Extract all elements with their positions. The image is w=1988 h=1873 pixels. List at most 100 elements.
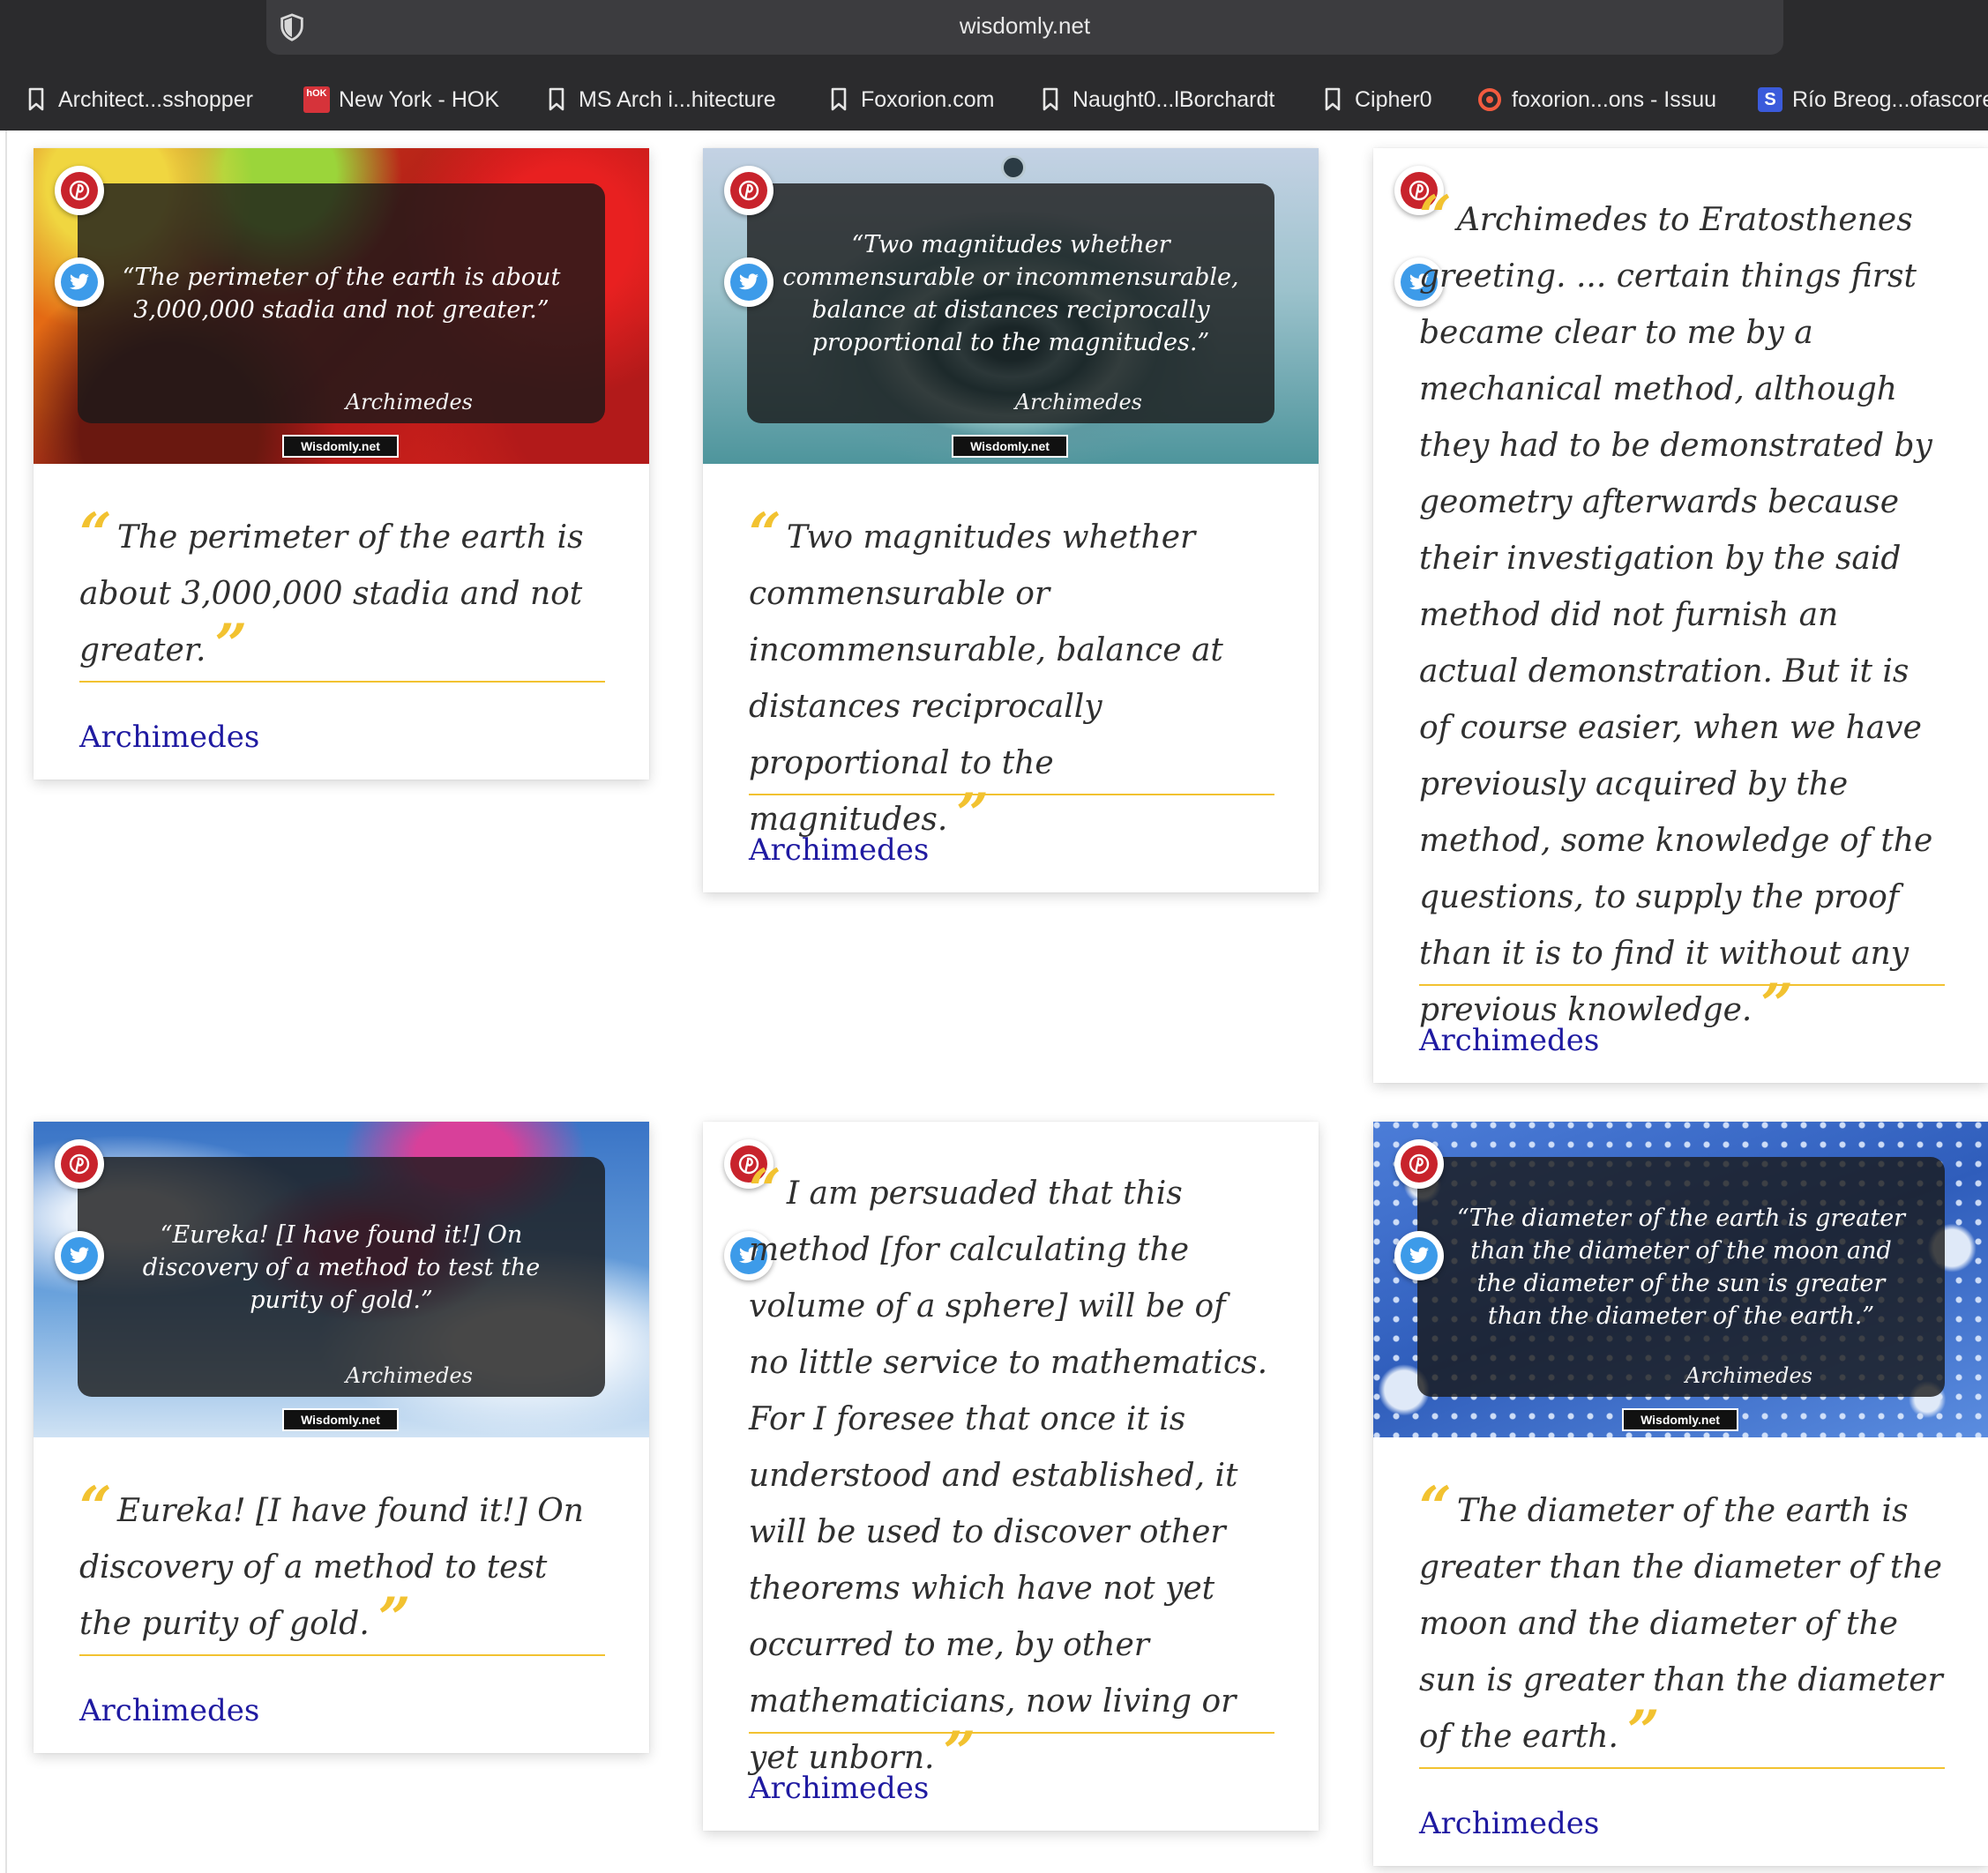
pinterest-icon [1401, 1145, 1438, 1183]
author-link[interactable]: Archimedes [749, 832, 929, 868]
pinterest-share-button[interactable] [1394, 1139, 1444, 1189]
wisdomly-watermark: Wisdomly.net [282, 435, 399, 458]
close-quote-icon: ” [1626, 1698, 1660, 1765]
wisdomly-watermark: Wisdomly.net [952, 435, 1068, 458]
quote-image: “Two magnitudes whether commensurable or… [703, 148, 1319, 464]
bookmark-icon [543, 86, 570, 114]
quote-card: “Two magnitudes whether commensurable or… [703, 148, 1319, 892]
bookmark-icon [1037, 86, 1064, 114]
open-quote-icon: “ [79, 1474, 112, 1541]
image-quote-text: “Eureka! [I have found it!] On discovery… [142, 1220, 541, 1314]
quote-image: “The diameter of the earth is greater th… [1373, 1122, 1988, 1437]
image-quote-overlay: “The diameter of the earth is greater th… [1417, 1157, 1945, 1397]
pinterest-share-button[interactable] [55, 166, 104, 215]
bookmark-foxorion[interactable]: Foxorion.com [826, 78, 994, 122]
image-quote-author: Archimedes [1685, 1363, 1812, 1388]
image-quote-author: Archimedes [1014, 390, 1142, 414]
close-quote-icon: ” [1760, 972, 1794, 1038]
quote-image: “Eureka! [I have found it!] On discovery… [34, 1122, 649, 1437]
water-droplet [1001, 155, 1026, 180]
bookmark-icon [1319, 86, 1346, 114]
quote-card: “Eureka! [I have found it!] On discovery… [34, 1122, 649, 1753]
open-quote-icon: “ [749, 1157, 781, 1223]
bookmark-icon [826, 86, 852, 114]
open-quote-icon: “ [749, 501, 781, 567]
twitter-share-button[interactable] [55, 1231, 104, 1280]
image-quote-author: Archimedes [345, 390, 473, 414]
quote-text: “The diameter of the earth is greater th… [1419, 1474, 1943, 1765]
bookmark-label: MS Arch i...hitecture [579, 86, 776, 112]
author-link[interactable]: Archimedes [79, 1693, 259, 1728]
sofascore-favicon: S [1757, 86, 1783, 114]
wisdomly-watermark: Wisdomly.net [282, 1408, 399, 1431]
url-text: wisdomly.net [959, 12, 1091, 39]
pinterest-icon [61, 172, 98, 209]
bookmark-label: Architect...sshopper [58, 86, 253, 112]
quote-divider [1419, 984, 1945, 986]
bookmark-label: foxorion...ons - Issuu [1512, 86, 1717, 112]
bookmark-naught0[interactable]: Naught0...lBorchardt [1037, 78, 1274, 122]
twitter-icon [730, 264, 767, 301]
bookmark-label: Foxorion.com [861, 86, 995, 112]
quote-divider [749, 1732, 1274, 1734]
image-quote-author: Archimedes [345, 1363, 473, 1388]
close-quote-icon: ” [214, 612, 248, 678]
author-link[interactable]: Archimedes [1419, 1806, 1599, 1841]
pinterest-share-button[interactable] [55, 1139, 104, 1189]
image-quote-text: “Two magnitudes whether commensurable or… [782, 231, 1239, 356]
twitter-share-button[interactable] [1394, 1231, 1444, 1280]
bookmark-label: Cipher0 [1355, 86, 1432, 112]
bookmark-architect-sshopper[interactable]: Architect...sshopper [23, 78, 253, 122]
open-quote-icon: “ [1419, 183, 1452, 250]
twitter-share-button[interactable] [724, 257, 774, 307]
quote-card: “I am persuaded that this method [for ca… [703, 1122, 1319, 1831]
twitter-share-button[interactable] [55, 257, 104, 307]
image-quote-overlay: “Two magnitudes whether commensurable or… [747, 183, 1274, 423]
shield-icon[interactable] [277, 12, 307, 42]
quote-card: “Archimedes to Eratosthenes greeting. ..… [1373, 148, 1988, 1083]
quote-divider [79, 1654, 605, 1656]
bookmark-label: Naught0...lBorchardt [1072, 86, 1275, 112]
bookmark-label: Río Breog...ofascore [1792, 86, 1988, 112]
bookmark-ms-arch[interactable]: MS Arch i...hitecture [543, 78, 776, 122]
quote-text: “Two magnitudes whether commensurable or… [749, 501, 1223, 847]
bookmark-foxorion-issuu[interactable]: foxorion...ons - Issuu [1476, 78, 1716, 122]
browser-chrome: wisdomly.net Architect...sshopper hOK Ne… [0, 0, 1988, 131]
quote-divider [749, 794, 1274, 795]
bookmark-rio-breogan[interactable]: S Río Breog...ofascore [1757, 78, 1988, 122]
twitter-icon [61, 1237, 98, 1274]
author-link[interactable]: Archimedes [79, 720, 259, 755]
hok-favicon: hOK [303, 86, 330, 114]
close-quote-icon: ” [377, 1586, 411, 1652]
twitter-icon [61, 264, 98, 301]
bookmarks-bar: Architect...sshopper hOK New York - HOK … [0, 78, 1988, 122]
bookmark-label: New York - HOK [339, 86, 500, 112]
open-quote-icon: “ [1419, 1474, 1452, 1541]
quote-text: “Archimedes to Eratosthenes greeting. ..… [1419, 183, 1933, 1038]
wisdomly-watermark: Wisdomly.net [1622, 1408, 1738, 1431]
author-link[interactable]: Archimedes [749, 1771, 929, 1806]
pinterest-icon [730, 172, 767, 209]
quote-card: “The diameter of the earth is greater th… [1373, 1122, 1988, 1866]
image-quote-text: “The perimeter of the earth is about 3,0… [122, 264, 561, 324]
image-quote-overlay: “The perimeter of the earth is about 3,0… [78, 183, 605, 423]
image-quote-overlay: “Eureka! [I have found it!] On discovery… [78, 1157, 605, 1397]
pinterest-share-button[interactable] [724, 166, 774, 215]
issuu-favicon [1476, 86, 1503, 114]
twitter-icon [1401, 1237, 1438, 1274]
quote-text: “The perimeter of the earth is about 3,0… [79, 501, 584, 678]
address-bar[interactable]: wisdomly.net [266, 0, 1783, 55]
bookmark-icon [23, 86, 49, 114]
close-quote-icon: ” [956, 781, 990, 847]
quote-card: “The perimeter of the earth is about 3,0… [34, 148, 649, 780]
open-quote-icon: “ [79, 501, 112, 567]
divider [5, 131, 7, 1873]
bookmark-new-york-hok[interactable]: hOK New York - HOK [303, 78, 499, 122]
quote-divider [1419, 1767, 1945, 1769]
bookmark-cipher0[interactable]: Cipher0 [1319, 78, 1432, 122]
close-quote-icon: ” [943, 1720, 976, 1786]
author-link[interactable]: Archimedes [1419, 1023, 1599, 1058]
pinterest-icon [61, 1145, 98, 1183]
quote-divider [79, 681, 605, 683]
quote-text: “I am persuaded that this method [for ca… [749, 1157, 1268, 1786]
